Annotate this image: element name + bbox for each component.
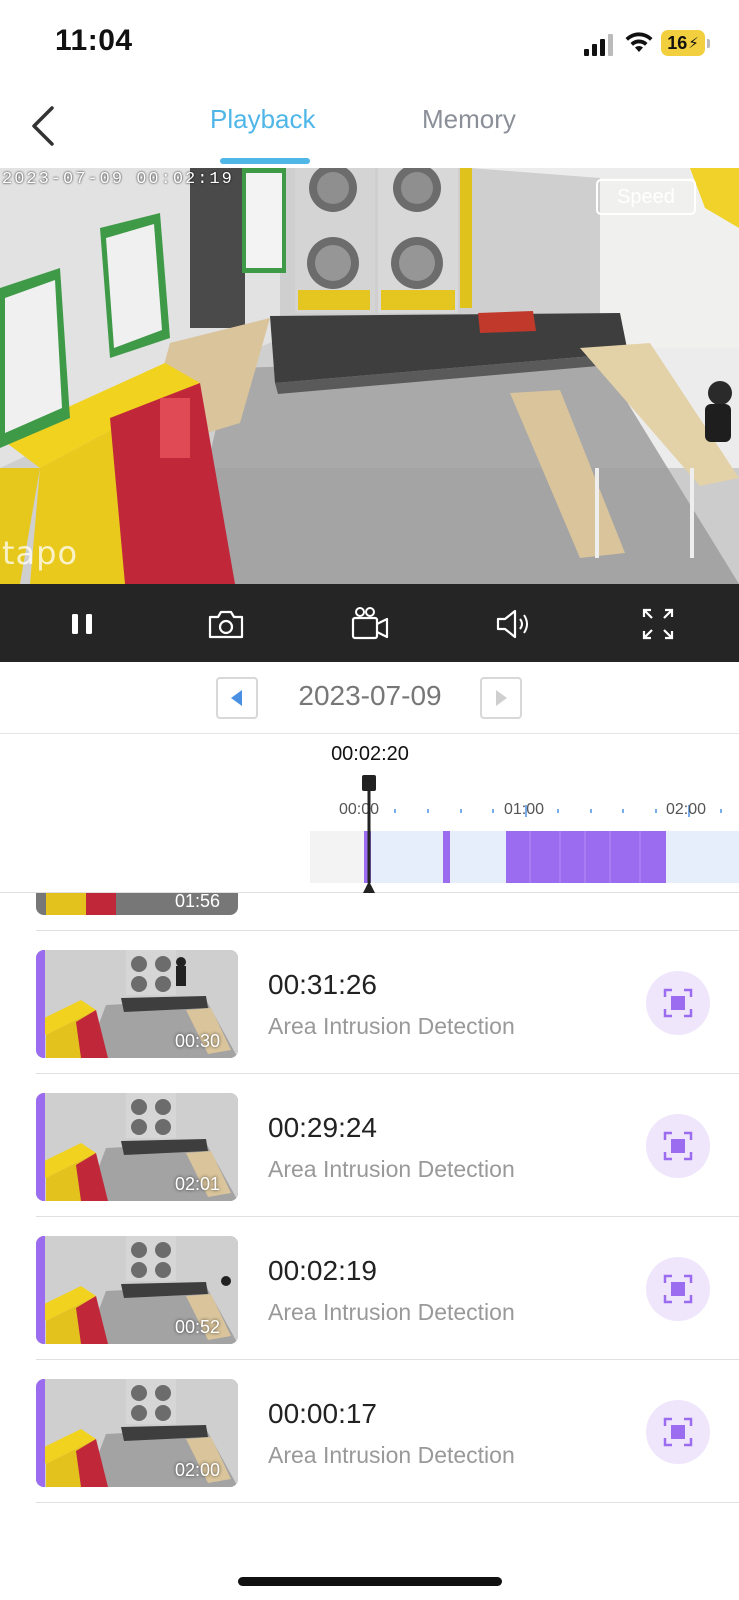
triangle-right-icon xyxy=(496,690,507,706)
event-thumbnail[interactable]: 01:56 xyxy=(36,893,238,915)
cellular-signal-icon xyxy=(584,34,613,56)
thumbnail-accent xyxy=(36,1093,45,1201)
list-item[interactable]: 02:00 00:00:17 Area Intrusion Detection xyxy=(0,1360,739,1502)
video-camera-icon[interactable] xyxy=(348,602,392,646)
video-player[interactable]: 2023-07-09 00:02:19 Speed tapo xyxy=(0,168,739,584)
event-type: Area Intrusion Detection xyxy=(268,1299,515,1325)
area-intrusion-icon xyxy=(646,1400,710,1464)
battery-level: 16 xyxy=(667,32,688,53)
timeline[interactable]: 00:02:20 00:00 01:00 02:00 xyxy=(0,735,739,893)
triangle-left-icon xyxy=(231,690,242,706)
event-thumbnail[interactable]: 02:00 xyxy=(36,1379,238,1487)
event-duration: 02:01 xyxy=(174,1174,220,1194)
list-item[interactable]: 02:01 00:29:24 Area Intrusion Detection xyxy=(0,1074,739,1216)
thumbnail-accent xyxy=(36,1236,45,1344)
area-intrusion-icon xyxy=(646,1257,710,1321)
next-date-button[interactable] xyxy=(480,677,522,719)
player-controls xyxy=(0,584,739,662)
status-time: 11:04 xyxy=(55,24,133,57)
event-type: Area Intrusion Detection xyxy=(268,1442,515,1468)
event-time: 00:31:26 xyxy=(268,969,377,1000)
thumbnail-accent xyxy=(36,950,45,1058)
event-type: Area Intrusion Detection xyxy=(268,1013,515,1039)
list-item[interactable]: 00:52 00:02:19 Area Intrusion Detection xyxy=(0,1217,739,1359)
video-frame xyxy=(0,168,739,584)
fullscreen-icon[interactable] xyxy=(636,602,680,646)
home-indicator[interactable] xyxy=(238,1577,502,1586)
status-bar: 11:04 16 ⚡ xyxy=(0,0,739,90)
top-nav: Playback Memory xyxy=(0,90,739,166)
event-thumbnail[interactable]: 00:52 xyxy=(36,1236,238,1344)
wifi-icon xyxy=(625,32,653,52)
back-button[interactable] xyxy=(24,102,64,150)
tapo-watermark: tapo xyxy=(2,534,79,572)
timeline-playhead[interactable] xyxy=(359,775,379,893)
timeline-label: 02:00 xyxy=(666,801,707,818)
timeline-label: 01:00 xyxy=(504,801,545,818)
speed-button[interactable]: Speed xyxy=(596,179,696,215)
video-timestamp: 2023-07-09 00:02:19 xyxy=(2,170,234,189)
event-thumbnail[interactable]: 02:01 xyxy=(36,1093,238,1201)
charging-icon: ⚡ xyxy=(688,35,699,52)
event-duration: 00:30 xyxy=(174,1031,220,1051)
event-duration: 01:56 xyxy=(174,893,220,911)
event-thumbnail[interactable]: 00:30 xyxy=(36,950,238,1058)
list-item[interactable]: 00:30 00:31:26 Area Intrusion Detection xyxy=(0,931,739,1073)
battery-indicator: 16 ⚡ xyxy=(661,30,705,56)
thumbnail-accent xyxy=(36,1379,45,1487)
event-duration: 02:00 xyxy=(174,1460,220,1480)
date-selector: 2023-07-09 xyxy=(0,662,739,734)
current-date: 2023-07-09 xyxy=(298,680,442,711)
tab-memory[interactable]: Memory xyxy=(422,104,516,135)
tab-playback[interactable]: Playback xyxy=(210,104,316,135)
event-time: 00:00:17 xyxy=(268,1398,377,1429)
event-time: 00:02:19 xyxy=(268,1255,377,1286)
prev-date-button[interactable] xyxy=(216,677,258,719)
area-intrusion-icon xyxy=(646,971,710,1035)
camera-icon[interactable] xyxy=(204,602,248,646)
event-time: 00:29:24 xyxy=(268,1112,377,1143)
speaker-icon[interactable] xyxy=(492,602,536,646)
active-tab-indicator xyxy=(220,158,310,164)
timeline-current-time: 00:02:20 xyxy=(331,743,409,765)
event-duration: 00:52 xyxy=(174,1317,220,1337)
chevron-left-icon xyxy=(32,106,54,146)
battery-cap xyxy=(707,39,710,48)
pause-icon[interactable] xyxy=(60,602,104,646)
area-intrusion-icon xyxy=(646,1114,710,1178)
list-divider xyxy=(36,1502,739,1503)
event-type: Area Intrusion Detection xyxy=(268,1156,515,1182)
